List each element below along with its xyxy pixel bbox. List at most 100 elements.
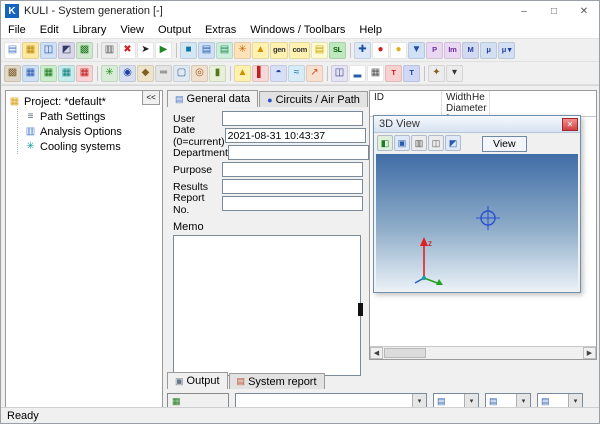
chevron-down-icon[interactable]: ▾ [412, 394, 426, 408]
measure-icon[interactable]: ◫ [331, 65, 348, 82]
results-field[interactable] [222, 179, 363, 194]
t-red-icon[interactable]: T [385, 65, 402, 82]
save-icon[interactable]: ◫ [40, 42, 57, 59]
new-system-icon[interactable]: ▤ [4, 42, 21, 59]
p-icon[interactable]: P [426, 42, 443, 59]
cooler-teal-icon[interactable]: ▦ [58, 65, 75, 82]
t-blue-icon[interactable]: T [403, 65, 420, 82]
sheet-icon[interactable]: ▤ [311, 42, 328, 59]
menu-item[interactable]: Edit [33, 23, 66, 37]
cooler-red-icon[interactable]: ▦ [76, 65, 93, 82]
toolbar-icon[interactable] [97, 66, 98, 81]
zoom-extents-icon[interactable]: ▣ [394, 135, 410, 151]
radiator-icon[interactable]: ▤ [198, 42, 215, 59]
cooler-blue-icon[interactable]: ▦ [22, 65, 39, 82]
memo-input[interactable] [173, 235, 361, 376]
minimize-button[interactable]: – [509, 1, 539, 21]
valve-icon[interactable]: ◆ [137, 65, 154, 82]
battery-icon[interactable]: ▮ [209, 65, 226, 82]
3d-view-title-bar[interactable]: 3D View ✕ [374, 116, 580, 133]
mu-icon[interactable]: μ [480, 42, 497, 59]
department-field[interactable] [228, 145, 369, 160]
menu-item[interactable]: Extras [198, 23, 243, 37]
tree-item-analysis-options[interactable]: ▥ Analysis Options [24, 124, 160, 139]
scroll-right-icon[interactable]: ▶ [583, 347, 596, 359]
marker-yellow-icon[interactable]: ● [390, 42, 407, 59]
gen-icon[interactable]: gen [270, 42, 288, 59]
massflow-icon[interactable]: ≈ [288, 65, 305, 82]
add-icon[interactable]: ✚ [354, 42, 371, 59]
pump-icon[interactable]: ◉ [119, 65, 136, 82]
tree-item-cooling-systems[interactable]: ✳ Cooling systems [24, 139, 160, 154]
copy-view-icon[interactable]: ◫ [428, 135, 444, 151]
toolbar-icon[interactable] [350, 43, 351, 58]
tree-item-path-settings[interactable]: ≡ Path Settings [24, 109, 160, 124]
toolbar-icon[interactable] [424, 66, 425, 81]
pipe-icon[interactable]: ═ [155, 65, 172, 82]
component-cube-icon[interactable]: ■ [180, 42, 197, 59]
heatflow-icon[interactable]: ↗ [306, 65, 323, 82]
select-cursor-icon[interactable]: ➤ [137, 42, 154, 59]
splitter-handle[interactable] [358, 303, 363, 316]
delete-icon[interactable]: ✖ [119, 42, 136, 59]
tree-root-project[interactable]: ▦ Project: *default* [8, 94, 160, 109]
menu-item[interactable]: Library [66, 23, 114, 37]
print-view-icon[interactable]: ▥ [411, 135, 427, 151]
report-no-field[interactable] [222, 196, 363, 211]
chevron-down-icon[interactable]: ▾ [568, 394, 582, 408]
scrollbar-thumb[interactable] [384, 348, 426, 358]
date-field[interactable] [225, 128, 366, 143]
com-icon[interactable]: com [289, 42, 310, 59]
view-button[interactable]: View [482, 136, 527, 152]
layers-menu-icon[interactable]: ▼ [408, 42, 425, 59]
3d-viewport[interactable]: z [376, 154, 578, 290]
mu-menu-icon[interactable]: μ ▾ [498, 42, 515, 59]
fan-icon[interactable]: ✳ [234, 42, 251, 59]
toolbar-icon[interactable] [230, 66, 231, 81]
menu-item[interactable]: Output [151, 23, 198, 37]
toolbar-icon[interactable] [327, 66, 328, 81]
tab-system-report[interactable]: ▤ System report [229, 373, 325, 389]
3d-view-close-button[interactable]: ✕ [562, 118, 578, 131]
collapse-panel-button[interactable]: << [142, 90, 160, 105]
grid-column-header[interactable]: He [468, 91, 490, 116]
print-icon[interactable]: ▥ [101, 42, 118, 59]
run-simulation-icon[interactable]: ▶ [155, 42, 172, 59]
open-folder-icon[interactable]: ▦ [22, 42, 39, 59]
menu-item[interactable]: Help [352, 23, 389, 37]
tab-circuits-air-path[interactable]: ● Circuits / Air Path [259, 91, 368, 107]
user-field[interactable] [222, 111, 363, 126]
menu-item[interactable]: Windows / Toolbars [243, 23, 352, 37]
pressure-icon[interactable]: ◓ [270, 65, 287, 82]
menu-item[interactable]: File [1, 23, 33, 37]
iso-view-icon[interactable]: ◧ [377, 135, 393, 151]
tab-general-data[interactable]: ▤ General data [167, 90, 258, 107]
warning-point-icon[interactable]: ▲ [234, 65, 251, 82]
scroll-left-icon[interactable]: ◀ [370, 347, 383, 359]
tools-icon[interactable]: ✦ [428, 65, 445, 82]
menu-item[interactable]: View [113, 23, 151, 37]
m-icon[interactable]: M [462, 42, 479, 59]
tab-output[interactable]: ▣ Output [167, 372, 228, 389]
im-icon[interactable]: Im [444, 42, 461, 59]
table-icon[interactable]: ▦ [367, 65, 384, 82]
fan-axial-icon[interactable]: ✳ [101, 65, 118, 82]
close-button[interactable]: ✕ [569, 1, 599, 21]
chart-icon[interactable]: ▂ [349, 65, 366, 82]
engine-icon[interactable]: ▩ [4, 65, 21, 82]
toolbar-icon[interactable] [176, 43, 177, 58]
horizontal-scrollbar[interactable]: ◀ ▶ [370, 346, 596, 359]
warning-icon[interactable]: ▲ [252, 42, 269, 59]
save-view-icon[interactable]: ◩ [445, 135, 461, 151]
tank-icon[interactable]: ▢ [173, 65, 190, 82]
toolbar-icon[interactable] [97, 43, 98, 58]
cooler-green-icon[interactable]: ▦ [40, 65, 57, 82]
maximize-button[interactable]: □ [539, 1, 569, 21]
chevron-down-icon[interactable]: ▾ [464, 394, 478, 408]
purpose-field[interactable] [222, 162, 363, 177]
model-icon[interactable]: ◩ [58, 42, 75, 59]
chevron-down-icon[interactable]: ▾ [516, 394, 530, 408]
grid-column-header[interactable]: Width Diameter [m [442, 91, 468, 116]
tools-menu-icon[interactable]: ▾ [446, 65, 463, 82]
database-icon[interactable]: ▩ [76, 42, 93, 59]
